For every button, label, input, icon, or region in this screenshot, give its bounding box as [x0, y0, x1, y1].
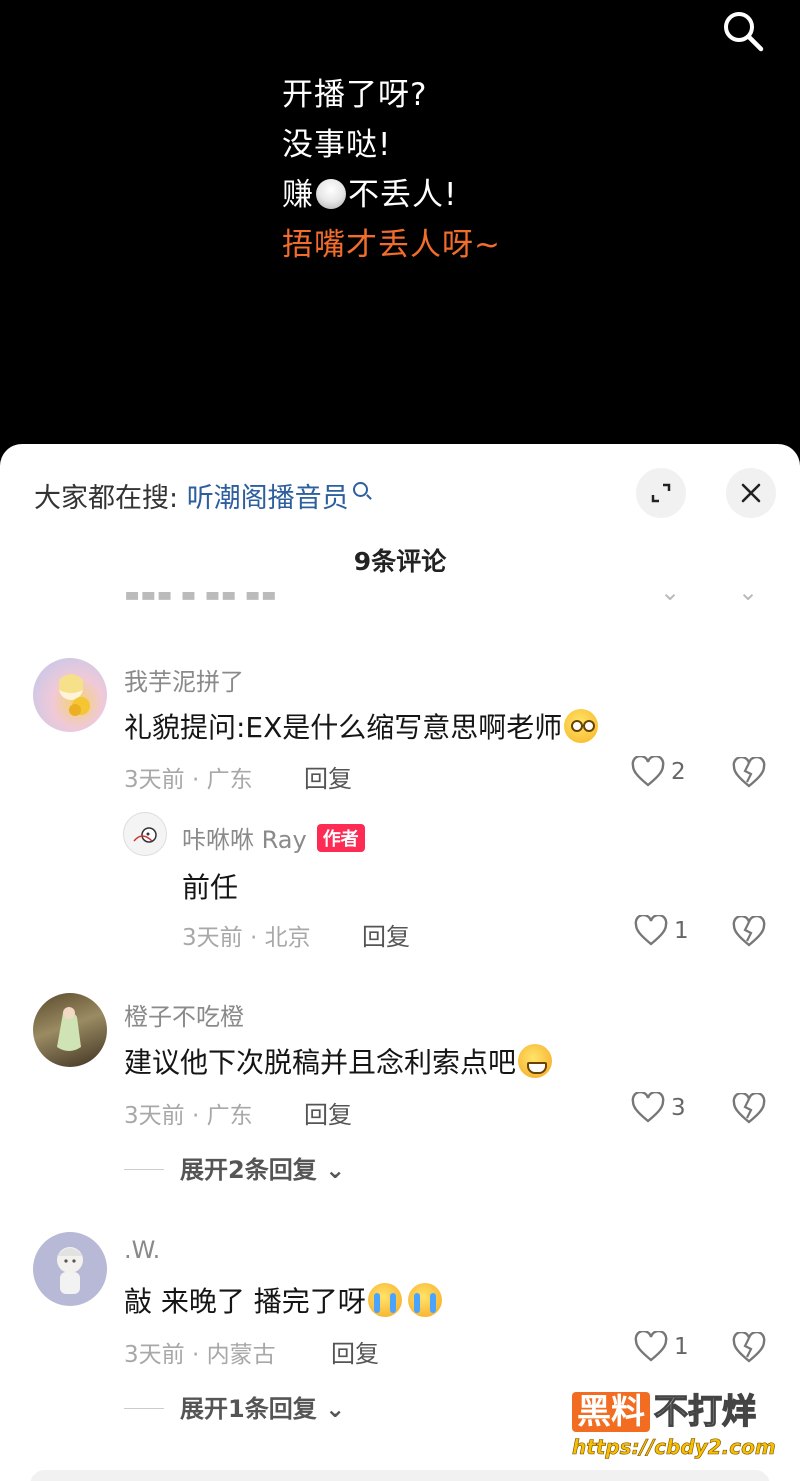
hot-search[interactable]: 大家都在搜: 听潮阁播音员: [34, 476, 368, 515]
like-count: 2: [671, 759, 686, 785]
expand-replies-button[interactable]: 展开2条回复 ⌄: [124, 1150, 345, 1185]
comment-username[interactable]: 我芋泥拼了: [124, 662, 244, 697]
reply-button[interactable]: 回复: [304, 759, 352, 794]
broken-heart-icon: [732, 1091, 766, 1124]
grimace-emoji-icon: [518, 1044, 553, 1078]
rice-bowl-icon: [316, 179, 346, 209]
reply-button[interactable]: 回复: [331, 1334, 379, 1369]
video-area[interactable]: 开播了呀? 没事哒! 赚不丢人! 捂嘴才丢人呀~: [0, 0, 800, 460]
comment-time-location: 3天前 · 内蒙古: [124, 1342, 276, 1368]
avatar[interactable]: [33, 658, 107, 732]
watermark-title: 黑料 不打烊: [572, 1384, 782, 1433]
clipped-comment-row: ▪▪▪ ▪ ▪▪ ▪▪ ⌄ ⌄: [124, 592, 759, 606]
search-small-icon: [352, 482, 368, 497]
avatar[interactable]: [33, 993, 107, 1067]
reply-text: 前任: [182, 871, 239, 904]
dislike-button[interactable]: [732, 1091, 766, 1129]
caption-line-2: 没事哒!: [282, 127, 392, 163]
avatar[interactable]: [33, 1232, 107, 1306]
close-button[interactable]: [726, 468, 776, 518]
like-count: 1: [674, 918, 689, 944]
caption-line-1: 开播了呀?: [282, 77, 428, 113]
comment-time-location: 3天前 · 广东: [124, 767, 253, 793]
comment-text: 建议他下次脱稿并且念利索点吧: [124, 1041, 553, 1081]
hot-search-term[interactable]: 听潮阁播音员: [187, 483, 349, 514]
caption-line-4: 捂嘴才丢人呀~: [282, 227, 501, 263]
like-button[interactable]: 1: [634, 1331, 689, 1363]
caption-line-3: 赚不丢人!: [282, 177, 458, 213]
watermark: 黑料 不打烊 https://cbdy2.com: [572, 1384, 782, 1459]
crying-emoji-icon: [367, 1283, 402, 1317]
like-count: 3: [671, 1095, 686, 1121]
expand-button[interactable]: [636, 468, 686, 518]
broken-heart-icon: [732, 914, 766, 947]
close-icon: [741, 483, 761, 503]
chevron-down-icon: ⌄: [325, 1395, 346, 1423]
dislike-button[interactable]: [732, 755, 766, 793]
search-icon[interactable]: [720, 8, 766, 54]
comment-username[interactable]: .W.: [124, 1236, 160, 1264]
expand-replies-button[interactable]: 展开1条回复 ⌄: [124, 1389, 345, 1424]
broken-heart-icon: [732, 1330, 766, 1363]
heart-icon: [634, 1331, 668, 1362]
dislike-button[interactable]: [732, 914, 766, 952]
comment-sheet: 大家都在搜: 听潮阁播音员 9条评论 ▪▪▪ ▪ ▪▪ ▪▪ ⌄ ⌄ 我芋泥拼了…: [0, 444, 800, 1481]
heart-icon: [631, 1092, 665, 1123]
reply-time-location: 3天前 · 北京: [182, 925, 311, 951]
reply-username[interactable]: 咔咻咻 Ray 作者: [182, 820, 365, 855]
author-badge: 作者: [316, 824, 365, 852]
reply-avatar[interactable]: [123, 812, 167, 856]
like-button[interactable]: 3: [631, 1092, 686, 1124]
reply-button[interactable]: 回复: [362, 917, 410, 952]
expand-icon: [651, 483, 671, 503]
video-caption: 开播了呀? 没事哒! 赚不丢人! 捂嘴才丢人呀~: [282, 70, 501, 270]
comment-text: 敲 来晚了 播完了呀: [124, 1280, 442, 1320]
comment-input-bar[interactable]: [30, 1470, 770, 1481]
heart-icon: [631, 756, 665, 787]
comment-text: 礼貌提问:EX是什么缩写意思啊老师: [124, 706, 599, 746]
like-count: 1: [674, 1334, 689, 1360]
like-button[interactable]: 1: [634, 915, 689, 947]
comment-time-location: 3天前 · 广东: [124, 1103, 253, 1129]
like-button[interactable]: 2: [631, 756, 686, 788]
heart-icon: [634, 915, 668, 946]
dislike-button[interactable]: [732, 1330, 766, 1368]
broken-heart-icon: [732, 755, 766, 788]
reply-button[interactable]: 回复: [304, 1095, 352, 1130]
watermark-url: https://cbdy2.com: [572, 1435, 776, 1460]
thinking-emoji-icon: [564, 709, 599, 743]
comment-username[interactable]: 橙子不吃橙: [124, 997, 244, 1032]
crying-emoji-icon: [407, 1283, 442, 1317]
comment-count: 9条评论: [353, 547, 447, 576]
chevron-down-icon: ⌄: [325, 1156, 346, 1184]
